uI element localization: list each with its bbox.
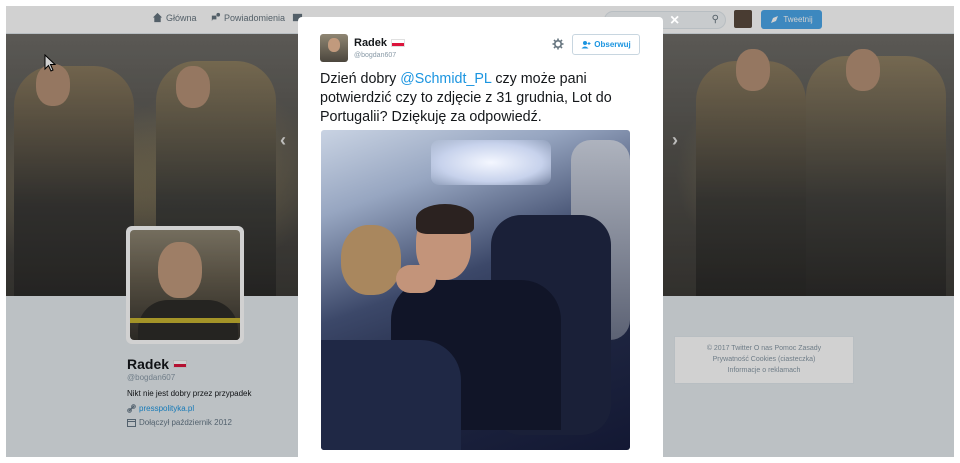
tweet-text: Dzień dobry @Schmidt_PL czy może pani po… [320, 70, 645, 127]
follow-button-label: Obserwuj [594, 40, 631, 49]
gear-icon[interactable] [552, 38, 564, 50]
tweet-text-before: Dzień dobry [320, 71, 401, 87]
follow-button[interactable]: Obserwuj [572, 34, 640, 55]
poland-flag-icon [391, 39, 406, 47]
close-icon[interactable]: × [670, 12, 679, 30]
photo-passenger-man-hand [396, 265, 436, 293]
photo-passenger-man-hair [416, 204, 474, 234]
tweet-modal: Radek @bogdan607 Obserwuj Dzień dobry @S… [298, 17, 663, 463]
tweet-author-handle[interactable]: @bogdan607 [354, 52, 396, 59]
tweet-author-name[interactable]: Radek [354, 37, 406, 49]
follow-icon [581, 41, 591, 49]
photo-cabin-light [431, 140, 551, 185]
photo-seat-front [321, 340, 461, 450]
tweet-author-avatar[interactable] [320, 34, 348, 62]
tweet-author-name-text: Radek [354, 37, 388, 49]
photo-passenger-woman [341, 225, 401, 295]
tweet-mention-link[interactable]: @Schmidt_PL [400, 71, 491, 87]
tweet-photo[interactable] [321, 130, 630, 450]
